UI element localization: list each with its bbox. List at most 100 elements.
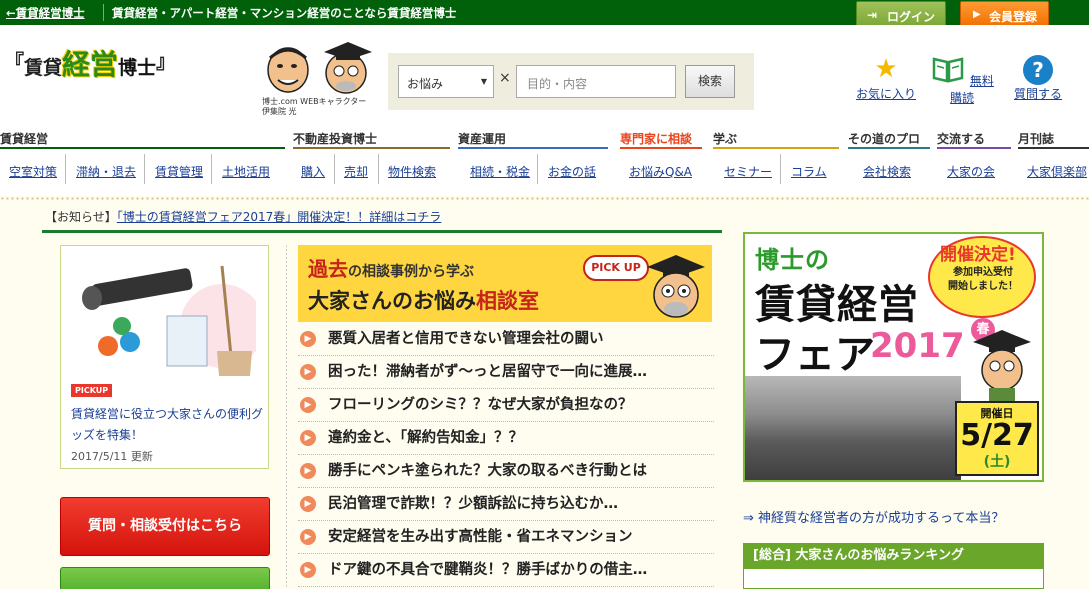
register-label: 会員登録 bbox=[989, 10, 1038, 24]
banner-line-1-red: 過去 bbox=[308, 257, 348, 281]
nav-category-learn[interactable]: 学ぶ bbox=[713, 130, 737, 147]
ask-question-link[interactable]: ? 質問する bbox=[1003, 53, 1073, 102]
nav-category-experts[interactable]: 専門家に相談 bbox=[620, 130, 692, 147]
logo-bracket-open: 『 bbox=[5, 51, 25, 73]
nav-item-management[interactable]: 賃貸管理 bbox=[155, 163, 203, 180]
list-item[interactable]: ▶ 民泊管理で詐欺！？少額訴訟に持ち込むか… bbox=[298, 488, 714, 521]
pickup-card[interactable]: PICKUP 賃貸経営に役立つ大家さんの便利グッズを特集！ 2017/5/11 … bbox=[60, 245, 269, 469]
fair-year: 2017 bbox=[870, 326, 965, 366]
fair-banner[interactable]: 開催決定! 参加申込受付 開始しました！ 博士の 賃貸経営 フェア 2017 春… bbox=[743, 232, 1044, 482]
logo-part-3: 博士 bbox=[118, 57, 157, 79]
banner-line-1: 過去の相談事例から学ぶ bbox=[308, 253, 474, 282]
nav-item-land[interactable]: 土地活用 bbox=[222, 163, 270, 180]
list-item[interactable]: ▶ 困った！滞納者がず～っと居留守で一向に進展… bbox=[298, 356, 714, 389]
consult-button[interactable]: 質問・相談受付はこちら bbox=[60, 497, 270, 556]
nav-item-landlord-club[interactable]: 大家の会 bbox=[947, 163, 995, 180]
nav-item-qa[interactable]: お悩みQ&A bbox=[629, 163, 692, 180]
notice-bar: 【お知らせ】「博士の賃貸経営フェア2017春」開催決定！！詳細はコチラ bbox=[45, 208, 441, 225]
mascot-caption-line-2: 伊集院 光 bbox=[262, 107, 297, 116]
list-item-title: 困った！滞納者がず～っと居留守で一向に進展… bbox=[328, 364, 647, 380]
chevron-right-icon: ▶ bbox=[300, 331, 316, 347]
nav-item-landlord-society[interactable]: 大家倶楽部 bbox=[1027, 163, 1087, 180]
nav-item-column[interactable]: コラム bbox=[791, 163, 827, 180]
book-icon bbox=[932, 57, 964, 83]
nav-category-pros[interactable]: その道のプロ bbox=[848, 130, 920, 147]
subscribe-link[interactable]: 無料購読 bbox=[927, 53, 997, 106]
nav-category-assets[interactable]: 資産運用 bbox=[458, 130, 506, 147]
nav-item-seminar[interactable]: セミナー bbox=[724, 163, 772, 180]
nav-underline-assets bbox=[458, 147, 608, 149]
register-button[interactable]: ▶ 会員登録 bbox=[960, 1, 1049, 28]
site-logo[interactable]: 『賃貸経営博士』 bbox=[5, 43, 175, 83]
list-item-title: 悪質入居者と信用できない管理会社の闘い bbox=[328, 331, 604, 347]
list-item-title: フローリングのシミ？？なぜ大家が負担なの？ bbox=[328, 397, 633, 413]
nav-category-investment[interactable]: 不動産投資博士 bbox=[293, 130, 377, 147]
login-button[interactable]: ⇥ ログイン bbox=[856, 1, 946, 28]
question-icon: ? bbox=[1003, 53, 1073, 85]
mascot-caption-line-1: 博士.com WEBキャラクター bbox=[262, 97, 367, 106]
favorites-link[interactable]: ★ お気に入り bbox=[851, 53, 921, 102]
nav-item-money[interactable]: お金の話 bbox=[548, 163, 596, 180]
nav-item-sell[interactable]: 売却 bbox=[344, 163, 368, 180]
nav-item-property-search[interactable]: 物件検索 bbox=[388, 163, 436, 180]
chevron-right-icon: ▶ bbox=[300, 397, 316, 413]
list-item-title: 違約金と、「解約告知金」？？ bbox=[328, 430, 524, 446]
nav-underline-pros bbox=[848, 147, 930, 149]
nav-divider bbox=[780, 154, 781, 184]
list-item[interactable]: ▶ ドア鍵の不具合で腱鞘炎！？勝手ばかりの借主… bbox=[298, 554, 714, 587]
list-item[interactable]: ▶ 悪質入居者と信用できない管理会社の闘い bbox=[298, 323, 714, 356]
nav-underline-chintai bbox=[0, 147, 285, 149]
fair-date-box: 開催日 5/27 (土) bbox=[955, 401, 1039, 476]
chevron-right-icon: ▶ bbox=[300, 529, 316, 545]
nav-item-buy[interactable]: 購入 bbox=[301, 163, 325, 180]
consultation-room-banner[interactable]: 過去の相談事例から学ぶ 大家さんのお悩み相談室 PICK UP bbox=[298, 245, 712, 322]
pickup-badge: PICKUP bbox=[71, 384, 113, 397]
green-button[interactable] bbox=[60, 567, 270, 589]
logo-bracket-close: 』 bbox=[156, 51, 176, 73]
nav-underline-exchange bbox=[937, 147, 1011, 149]
search-button[interactable]: 検索 bbox=[685, 65, 735, 98]
times-symbol: × bbox=[499, 70, 511, 86]
nav-item-company-search[interactable]: 会社検索 bbox=[863, 163, 911, 180]
nav-category-chintai[interactable]: 賃貸経営 bbox=[0, 130, 48, 147]
login-icon: ⇥ bbox=[867, 8, 878, 22]
list-item[interactable]: ▶ 安定経営を生み出す高性能・省エネマンション bbox=[298, 521, 714, 554]
side-article-link[interactable]: ⇒ 神経質な経営者の方が成功するって本当？ bbox=[743, 507, 1004, 526]
list-item[interactable]: ▶ 勝手にペンキ塗られた？大家の取るべき行動とは bbox=[298, 455, 714, 488]
list-item[interactable]: ▶ フローリングのシミ？？なぜ大家が負担なの？ bbox=[298, 389, 714, 422]
chevron-right-icon: ▶ bbox=[300, 364, 316, 380]
banner-line-2: 大家さんのお悩み相談室 bbox=[308, 285, 539, 315]
nav-category-magazine[interactable]: 月刊誌 bbox=[1018, 130, 1054, 147]
nav-item-inheritance[interactable]: 相続・税金 bbox=[470, 163, 530, 180]
list-item-title: 勝手にペンキ塗られた？大家の取るべき行動とは bbox=[328, 463, 647, 479]
list-item-title: 民泊管理で詐欺！？少額訴訟に持ち込むか… bbox=[328, 496, 618, 512]
nav-item-arrears[interactable]: 滞納・退去 bbox=[76, 163, 136, 180]
chevron-down-icon: ▼ bbox=[480, 77, 487, 86]
home-link[interactable]: ←賃貸経営博士 bbox=[6, 5, 85, 21]
ranking-body bbox=[743, 569, 1044, 589]
notice-link[interactable]: 「博士の賃貸経営フェア2017春」開催決定！！詳細はコチラ bbox=[117, 210, 442, 224]
nav-category-exchange[interactable]: 交流する bbox=[937, 130, 985, 147]
nav-divider bbox=[144, 154, 145, 184]
favorites-label: お気に入り bbox=[855, 87, 916, 101]
pickup-title[interactable]: 賃貸経営に役立つ大家さんの便利グッズを特集！ bbox=[71, 404, 263, 446]
logo-part-2: 経営 bbox=[62, 48, 119, 81]
keyword-input[interactable]: 目的・内容 bbox=[516, 65, 676, 98]
topbar-divider bbox=[103, 4, 104, 21]
chevron-right-icon: ▶ bbox=[300, 562, 316, 578]
content-top-rule bbox=[42, 230, 722, 233]
list-item[interactable]: ▶ 違約金と、「解約告知金」？？ bbox=[298, 422, 714, 455]
nav-item-vacancy[interactable]: 空室対策 bbox=[9, 163, 57, 180]
category-select[interactable]: お悩み ▼ bbox=[398, 65, 494, 98]
banner-line-1-rest: の相談事例から学ぶ bbox=[348, 264, 474, 280]
nav-divider bbox=[378, 154, 379, 184]
star-icon: ★ bbox=[874, 54, 898, 84]
fair-title-line-1: 博士の bbox=[755, 246, 830, 274]
nav-underline-experts bbox=[620, 147, 702, 149]
fair-badge-sub-1: 参加申込受付 bbox=[953, 267, 1013, 278]
logo-part-1: 賃貸 bbox=[24, 57, 63, 79]
professor-mascot-image bbox=[647, 255, 705, 318]
fair-weekday: (土) bbox=[983, 454, 1011, 470]
chevron-right-icon: ▶ bbox=[300, 496, 316, 512]
column-divider bbox=[286, 245, 287, 589]
